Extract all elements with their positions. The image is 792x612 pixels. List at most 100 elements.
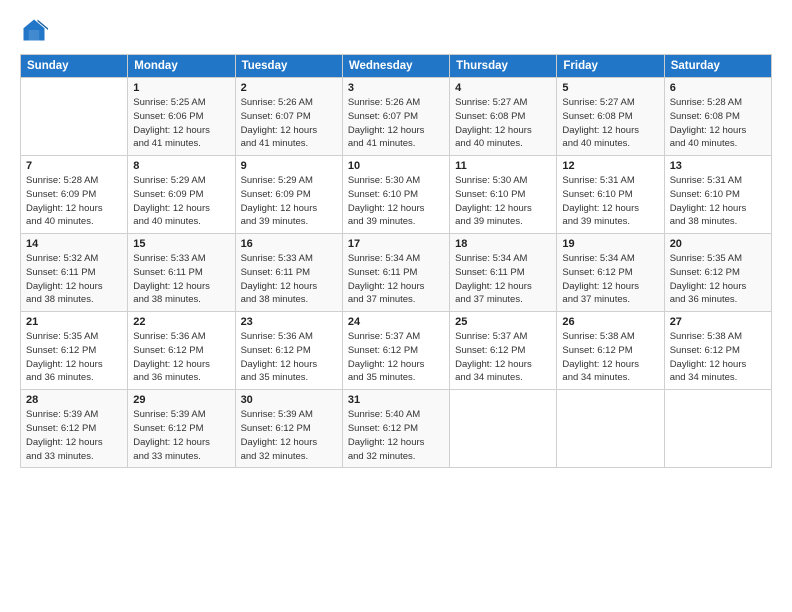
- day-info: Sunrise: 5:39 AM Sunset: 6:12 PM Dayligh…: [241, 408, 337, 463]
- day-number: 15: [133, 238, 229, 250]
- day-info: Sunrise: 5:27 AM Sunset: 6:08 PM Dayligh…: [562, 96, 658, 151]
- day-cell: 26 Sunrise: 5:38 AM Sunset: 6:12 PM Dayli…: [557, 312, 664, 390]
- weekday-header-row: SundayMondayTuesdayWednesdayThursdayFrid…: [21, 55, 772, 78]
- day-cell: [450, 390, 557, 468]
- day-info: Sunrise: 5:31 AM Sunset: 6:10 PM Dayligh…: [670, 174, 766, 229]
- weekday-header-friday: Friday: [557, 55, 664, 78]
- day-cell: 11 Sunrise: 5:30 AM Sunset: 6:10 PM Dayli…: [450, 156, 557, 234]
- day-cell: 28 Sunrise: 5:39 AM Sunset: 6:12 PM Dayli…: [21, 390, 128, 468]
- day-number: 10: [348, 160, 444, 172]
- day-number: 27: [670, 316, 766, 328]
- day-number: 20: [670, 238, 766, 250]
- day-number: 11: [455, 160, 551, 172]
- weekday-header-tuesday: Tuesday: [235, 55, 342, 78]
- day-info: Sunrise: 5:34 AM Sunset: 6:12 PM Dayligh…: [562, 252, 658, 307]
- day-cell: 29 Sunrise: 5:39 AM Sunset: 6:12 PM Dayli…: [128, 390, 235, 468]
- day-info: Sunrise: 5:29 AM Sunset: 6:09 PM Dayligh…: [241, 174, 337, 229]
- day-cell: 21Sunrise: 5:35 AM Sunset: 6:12 PM Dayli…: [21, 312, 128, 390]
- day-number: 1: [133, 82, 229, 94]
- day-cell: 4 Sunrise: 5:27 AM Sunset: 6:08 PM Daylig…: [450, 78, 557, 156]
- day-cell: 13 Sunrise: 5:31 AM Sunset: 6:10 PM Dayli…: [664, 156, 771, 234]
- day-info: Sunrise: 5:34 AM Sunset: 6:11 PM Dayligh…: [455, 252, 551, 307]
- day-info: Sunrise: 5:30 AM Sunset: 6:10 PM Dayligh…: [348, 174, 444, 229]
- day-number: 31: [348, 394, 444, 406]
- day-info: Sunrise: 5:26 AM Sunset: 6:07 PM Dayligh…: [348, 96, 444, 151]
- day-cell: [664, 390, 771, 468]
- day-cell: 19 Sunrise: 5:34 AM Sunset: 6:12 PM Dayli…: [557, 234, 664, 312]
- day-number: 29: [133, 394, 229, 406]
- day-info: Sunrise: 5:36 AM Sunset: 6:12 PM Dayligh…: [133, 330, 229, 385]
- day-info: Sunrise: 5:30 AM Sunset: 6:10 PM Dayligh…: [455, 174, 551, 229]
- day-number: 8: [133, 160, 229, 172]
- day-number: 26: [562, 316, 658, 328]
- day-info: Sunrise: 5:33 AM Sunset: 6:11 PM Dayligh…: [241, 252, 337, 307]
- day-number: 7: [26, 160, 122, 172]
- day-number: 14: [26, 238, 122, 250]
- day-info: Sunrise: 5:39 AM Sunset: 6:12 PM Dayligh…: [26, 408, 122, 463]
- day-info: Sunrise: 5:37 AM Sunset: 6:12 PM Dayligh…: [455, 330, 551, 385]
- day-number: 18: [455, 238, 551, 250]
- day-cell: 25 Sunrise: 5:37 AM Sunset: 6:12 PM Dayli…: [450, 312, 557, 390]
- day-number: 19: [562, 238, 658, 250]
- day-info: Sunrise: 5:38 AM Sunset: 6:12 PM Dayligh…: [670, 330, 766, 385]
- day-cell: 27 Sunrise: 5:38 AM Sunset: 6:12 PM Dayli…: [664, 312, 771, 390]
- day-number: 24: [348, 316, 444, 328]
- day-number: 28: [26, 394, 122, 406]
- day-number: 17: [348, 238, 444, 250]
- day-cell: 16 Sunrise: 5:33 AM Sunset: 6:11 PM Dayli…: [235, 234, 342, 312]
- day-info: Sunrise: 5:34 AM Sunset: 6:11 PM Dayligh…: [348, 252, 444, 307]
- day-cell: 1 Sunrise: 5:25 AM Sunset: 6:06 PM Daylig…: [128, 78, 235, 156]
- day-cell: 6 Sunrise: 5:28 AM Sunset: 6:08 PM Daylig…: [664, 78, 771, 156]
- day-info: Sunrise: 5:40 AM Sunset: 6:12 PM Dayligh…: [348, 408, 444, 463]
- page: SundayMondayTuesdayWednesdayThursdayFrid…: [0, 0, 792, 612]
- day-info: Sunrise: 5:37 AM Sunset: 6:12 PM Dayligh…: [348, 330, 444, 385]
- day-number: 4: [455, 82, 551, 94]
- weekday-header-sunday: Sunday: [21, 55, 128, 78]
- day-cell: 23 Sunrise: 5:36 AM Sunset: 6:12 PM Dayli…: [235, 312, 342, 390]
- day-info: Sunrise: 5:36 AM Sunset: 6:12 PM Dayligh…: [241, 330, 337, 385]
- day-info: Sunrise: 5:28 AM Sunset: 6:09 PM Dayligh…: [26, 174, 122, 229]
- day-info: Sunrise: 5:27 AM Sunset: 6:08 PM Dayligh…: [455, 96, 551, 151]
- day-info: Sunrise: 5:38 AM Sunset: 6:12 PM Dayligh…: [562, 330, 658, 385]
- day-info: Sunrise: 5:26 AM Sunset: 6:07 PM Dayligh…: [241, 96, 337, 151]
- weekday-header-wednesday: Wednesday: [342, 55, 449, 78]
- day-cell: 22Sunrise: 5:36 AM Sunset: 6:12 PM Dayli…: [128, 312, 235, 390]
- week-row-2: 7 Sunrise: 5:28 AM Sunset: 6:09 PM Daylig…: [21, 156, 772, 234]
- day-number: 6: [670, 82, 766, 94]
- day-cell: 2Sunrise: 5:26 AM Sunset: 6:07 PM Daylig…: [235, 78, 342, 156]
- weekday-header-saturday: Saturday: [664, 55, 771, 78]
- day-cell: 14Sunrise: 5:32 AM Sunset: 6:11 PM Dayli…: [21, 234, 128, 312]
- day-info: Sunrise: 5:39 AM Sunset: 6:12 PM Dayligh…: [133, 408, 229, 463]
- day-number: 25: [455, 316, 551, 328]
- day-cell: 24 Sunrise: 5:37 AM Sunset: 6:12 PM Dayli…: [342, 312, 449, 390]
- day-cell: 31 Sunrise: 5:40 AM Sunset: 6:12 PM Dayli…: [342, 390, 449, 468]
- calendar-table: SundayMondayTuesdayWednesdayThursdayFrid…: [20, 54, 772, 468]
- day-cell: 18 Sunrise: 5:34 AM Sunset: 6:11 PM Dayli…: [450, 234, 557, 312]
- weekday-header-thursday: Thursday: [450, 55, 557, 78]
- day-number: 3: [348, 82, 444, 94]
- day-info: Sunrise: 5:28 AM Sunset: 6:08 PM Dayligh…: [670, 96, 766, 151]
- week-row-3: 14Sunrise: 5:32 AM Sunset: 6:11 PM Dayli…: [21, 234, 772, 312]
- day-number: 23: [241, 316, 337, 328]
- day-info: Sunrise: 5:35 AM Sunset: 6:12 PM Dayligh…: [26, 330, 122, 385]
- day-cell: 10 Sunrise: 5:30 AM Sunset: 6:10 PM Dayli…: [342, 156, 449, 234]
- day-cell: 3 Sunrise: 5:26 AM Sunset: 6:07 PM Daylig…: [342, 78, 449, 156]
- logo: [20, 16, 52, 44]
- day-cell: 15Sunrise: 5:33 AM Sunset: 6:11 PM Dayli…: [128, 234, 235, 312]
- day-cell: 7 Sunrise: 5:28 AM Sunset: 6:09 PM Daylig…: [21, 156, 128, 234]
- day-info: Sunrise: 5:25 AM Sunset: 6:06 PM Dayligh…: [133, 96, 229, 151]
- day-cell: 30 Sunrise: 5:39 AM Sunset: 6:12 PM Dayli…: [235, 390, 342, 468]
- day-cell: 17 Sunrise: 5:34 AM Sunset: 6:11 PM Dayli…: [342, 234, 449, 312]
- day-info: Sunrise: 5:31 AM Sunset: 6:10 PM Dayligh…: [562, 174, 658, 229]
- day-info: Sunrise: 5:29 AM Sunset: 6:09 PM Dayligh…: [133, 174, 229, 229]
- week-row-5: 28 Sunrise: 5:39 AM Sunset: 6:12 PM Dayli…: [21, 390, 772, 468]
- day-number: 5: [562, 82, 658, 94]
- day-info: Sunrise: 5:35 AM Sunset: 6:12 PM Dayligh…: [670, 252, 766, 307]
- day-number: 30: [241, 394, 337, 406]
- day-cell: 5 Sunrise: 5:27 AM Sunset: 6:08 PM Daylig…: [557, 78, 664, 156]
- week-row-1: 1 Sunrise: 5:25 AM Sunset: 6:06 PM Daylig…: [21, 78, 772, 156]
- week-row-4: 21Sunrise: 5:35 AM Sunset: 6:12 PM Dayli…: [21, 312, 772, 390]
- day-number: 16: [241, 238, 337, 250]
- day-number: 13: [670, 160, 766, 172]
- day-number: 12: [562, 160, 658, 172]
